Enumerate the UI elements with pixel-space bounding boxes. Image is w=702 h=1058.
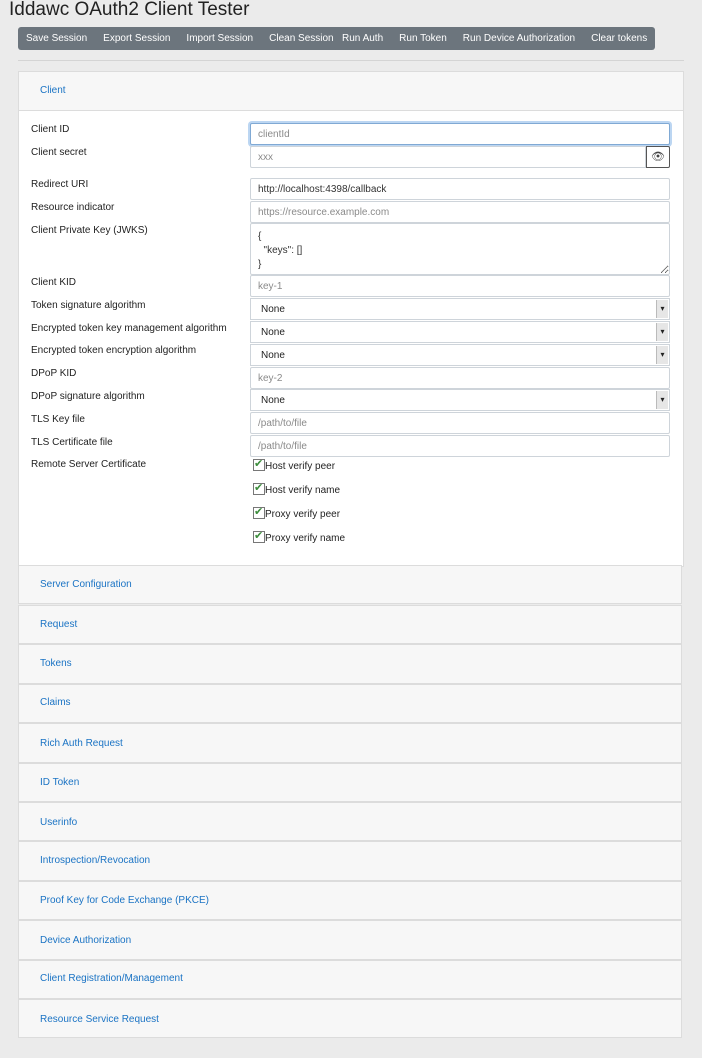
proxy-verify-name-checkbox[interactable]: Proxy verify name: [253, 529, 346, 544]
section-rich-auth-request[interactable]: Rich Auth Request: [18, 723, 682, 763]
enc-key-mgmt-alg-select[interactable]: None ▾: [250, 321, 670, 343]
run-auth-button[interactable]: Run Auth: [334, 27, 392, 50]
dpop-sig-alg-value: None: [261, 395, 285, 406]
section-resource-service-request[interactable]: Resource Service Request: [18, 999, 682, 1038]
client-id-label: Client ID: [31, 124, 70, 135]
toolbar-divider: [18, 60, 684, 61]
section-userinfo[interactable]: Userinfo: [18, 802, 682, 841]
enc-token-enc-alg-label: Encrypted token encryption algorithm: [31, 345, 197, 356]
enc-key-mgmt-alg-value: None: [261, 327, 285, 338]
enc-token-enc-alg-value: None: [261, 350, 285, 361]
session-button-group: Save Session Export Session Import Sessi…: [18, 27, 342, 50]
token-sig-alg-label: Token signature algorithm: [31, 300, 146, 311]
tls-cert-label: TLS Certificate file: [31, 437, 113, 448]
proxy-verify-name-label: Proxy verify name: [265, 533, 346, 544]
dpop-sig-alg-select[interactable]: None ▾: [250, 389, 670, 411]
section-title[interactable]: Resource Service Request: [40, 1014, 159, 1025]
eye-icon: 👁: [651, 151, 665, 163]
private-key-textarea[interactable]: { "keys": [] }: [250, 223, 670, 275]
remote-cert-label: Remote Server Certificate: [31, 459, 147, 470]
chevron-down-icon: ▾: [656, 300, 668, 318]
export-session-button[interactable]: Export Session: [95, 27, 179, 50]
section-title[interactable]: Proof Key for Code Exchange (PKCE): [40, 895, 209, 906]
dpop-kid-input[interactable]: [250, 367, 670, 389]
import-session-button[interactable]: Import Session: [178, 27, 262, 50]
section-request[interactable]: Request: [18, 605, 682, 644]
redirect-uri-label: Redirect URI: [31, 179, 89, 190]
client-panel-header[interactable]: Client: [19, 72, 683, 111]
section-title[interactable]: Userinfo: [40, 817, 77, 828]
token-sig-alg-value: None: [261, 304, 285, 315]
run-button-group: Run Auth Run Token Run Device Authorizat…: [334, 27, 656, 50]
chevron-down-icon: ▾: [656, 323, 668, 341]
section-title[interactable]: Introspection/Revocation: [40, 855, 150, 866]
tls-cert-input[interactable]: [250, 435, 670, 457]
host-verify-name-label: Host verify name: [265, 485, 341, 496]
client-secret-input[interactable]: [250, 146, 646, 168]
dpop-kid-label: DPoP KID: [31, 368, 77, 379]
section-introspection-revocation[interactable]: Introspection/Revocation: [18, 841, 682, 881]
tls-key-label: TLS Key file: [31, 414, 85, 425]
section-title[interactable]: ID Token: [40, 777, 79, 788]
app-title: Iddawc OAuth2 Client Tester: [9, 0, 250, 20]
client-panel: Client Client ID Client secret 👁 Redirec…: [18, 71, 684, 567]
section-title[interactable]: Rich Auth Request: [40, 738, 123, 749]
save-session-button[interactable]: Save Session: [18, 27, 96, 50]
section-title[interactable]: Request: [40, 619, 77, 630]
proxy-verify-peer-label: Proxy verify peer: [265, 509, 341, 520]
section-device-authorization[interactable]: Device Authorization: [18, 920, 682, 960]
client-kid-label: Client KID: [31, 277, 77, 288]
host-verify-peer-label: Host verify peer: [265, 461, 336, 472]
dpop-sig-alg-label: DPoP signature algorithm: [31, 391, 145, 402]
enc-key-mgmt-alg-label: Encrypted token key management algorithm: [31, 323, 227, 334]
chevron-down-icon: ▾: [656, 346, 668, 364]
section-title[interactable]: Client Registration/Management: [40, 973, 183, 984]
section-tokens[interactable]: Tokens: [18, 644, 682, 684]
checkbox-checked-icon[interactable]: [253, 505, 265, 519]
section-client-registration-management[interactable]: Client Registration/Management: [18, 960, 682, 999]
checkbox-checked-icon[interactable]: [253, 457, 265, 471]
token-sig-alg-select[interactable]: None ▾: [250, 298, 670, 320]
section-title[interactable]: Server Configuration: [40, 579, 132, 590]
redirect-uri-input[interactable]: [250, 178, 670, 200]
section-server-configuration[interactable]: Server Configuration: [18, 565, 682, 604]
clear-tokens-button[interactable]: Clear tokens: [583, 27, 656, 50]
tls-key-input[interactable]: [250, 412, 670, 434]
proxy-verify-peer-checkbox[interactable]: Proxy verify peer: [253, 505, 341, 520]
host-verify-peer-checkbox[interactable]: Host verify peer: [253, 457, 336, 472]
run-token-button[interactable]: Run Token: [391, 27, 455, 50]
run-device-authorization-button[interactable]: Run Device Authorization: [454, 27, 584, 50]
host-verify-name-checkbox[interactable]: Host verify name: [253, 481, 341, 496]
section-title[interactable]: Claims: [40, 697, 71, 708]
client-panel-title[interactable]: Client: [40, 85, 66, 96]
private-key-label: Client Private Key (JWKS): [31, 225, 148, 236]
resource-indicator-label: Resource indicator: [31, 202, 115, 213]
client-secret-label: Client secret: [31, 147, 87, 158]
section-title[interactable]: Device Authorization: [40, 935, 131, 946]
client-kid-input[interactable]: [250, 275, 670, 297]
section-title[interactable]: Tokens: [40, 658, 72, 669]
section-claims[interactable]: Claims: [18, 684, 682, 723]
client-id-input[interactable]: [250, 123, 670, 145]
section-id-token[interactable]: ID Token: [18, 763, 682, 802]
resource-indicator-input[interactable]: [250, 201, 670, 223]
checkbox-checked-icon[interactable]: [253, 481, 265, 495]
clean-session-button[interactable]: Clean Session: [261, 27, 342, 50]
section-pkce[interactable]: Proof Key for Code Exchange (PKCE): [18, 881, 682, 920]
enc-token-enc-alg-select[interactable]: None ▾: [250, 344, 670, 366]
checkbox-checked-icon[interactable]: [253, 529, 265, 543]
chevron-down-icon: ▾: [656, 391, 668, 409]
show-secret-button[interactable]: 👁: [646, 146, 670, 168]
